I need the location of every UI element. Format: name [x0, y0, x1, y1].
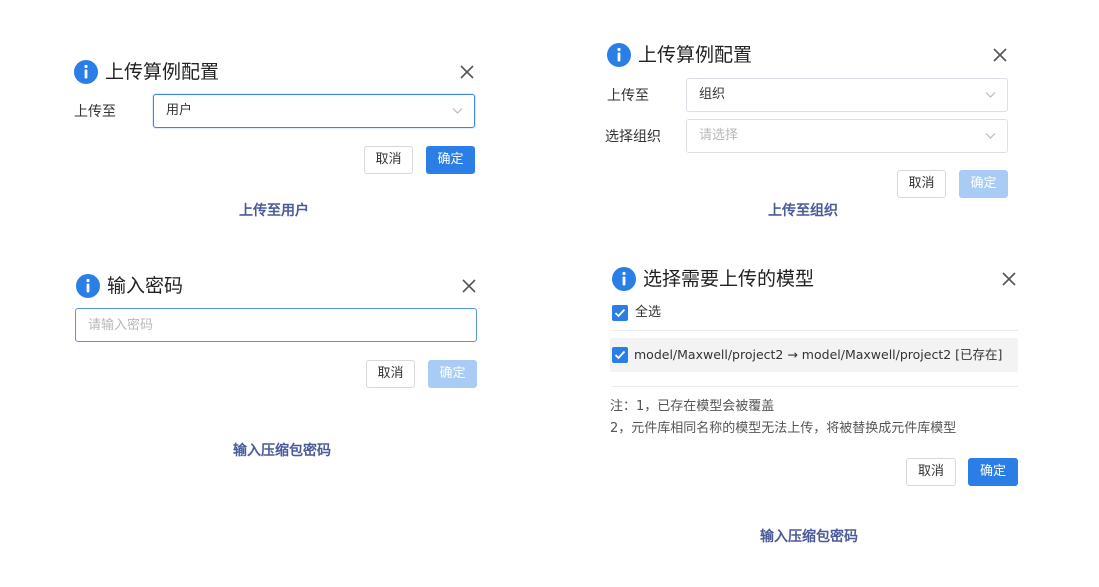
dialog-title: 上传算例配置 [638, 44, 753, 66]
model-item-label: model/Maxwell/project2 → model/Maxwell/p… [634, 347, 1003, 362]
upload-to-value: 用户 [166, 103, 193, 118]
dialog-title: 输入密码 [107, 275, 184, 297]
cancel-button[interactable]: 取消 [364, 146, 413, 174]
select-models-dialog: 选择需要上传的模型 全选 model/Maxwell/project2 → mo… [610, 265, 1018, 489]
divider [612, 330, 1018, 331]
check-icon [614, 350, 626, 360]
upload-to-label: 上传至 [74, 104, 116, 120]
confirm-button[interactable]: 确定 [968, 458, 1018, 486]
upload-config-dialog-user: 上传算例配置 上传至 用户 取消 确定 [74, 58, 476, 178]
caption-upload-to-org: 上传至组织 [768, 203, 838, 219]
model-item-checkbox[interactable] [612, 347, 628, 363]
select-org-select[interactable]: 请选择 [686, 119, 1008, 153]
close-icon[interactable] [1000, 270, 1018, 288]
upload-to-label: 上传至 [607, 88, 649, 104]
dialog-header: 上传算例配置 [607, 41, 1009, 71]
confirm-button[interactable]: 确定 [426, 146, 475, 174]
model-list-item[interactable]: model/Maxwell/project2 → model/Maxwell/p… [610, 338, 1018, 372]
close-icon[interactable] [991, 46, 1009, 64]
confirm-button[interactable]: 确定 [959, 170, 1008, 198]
chevron-down-icon [985, 92, 996, 98]
caption-upload-to-user: 上传至用户 [239, 203, 309, 219]
info-icon [612, 267, 636, 291]
cancel-button[interactable]: 取消 [897, 170, 946, 198]
close-icon[interactable] [460, 277, 478, 295]
close-icon[interactable] [458, 63, 476, 81]
caption-enter-archive-password: 输入压缩包密码 [233, 443, 331, 459]
cancel-button[interactable]: 取消 [366, 360, 415, 388]
dialog-title: 选择需要上传的模型 [643, 268, 815, 290]
info-icon [76, 274, 100, 298]
chevron-down-icon [452, 108, 463, 114]
select-org-placeholder: 请选择 [699, 128, 739, 143]
select-all-checkbox[interactable] [612, 305, 628, 321]
password-dialog: 输入密码 取消 确定 [75, 272, 478, 390]
note-line-2: 2，元件库相同名称的模型无法上传，将被替换成元件库模型 [610, 421, 957, 436]
caption-enter-archive-password: 输入压缩包密码 [760, 529, 858, 545]
cancel-button[interactable]: 取消 [906, 458, 956, 486]
check-icon [614, 308, 626, 318]
chevron-down-icon [985, 133, 996, 139]
select-all-label: 全选 [635, 305, 662, 320]
confirm-button[interactable]: 确定 [428, 360, 477, 388]
upload-to-select[interactable]: 组织 [686, 78, 1008, 112]
upload-to-value: 组织 [699, 87, 726, 102]
note-line-1: 注：1，已存在模型会被覆盖 [610, 399, 775, 414]
password-input[interactable] [75, 308, 477, 342]
dialog-header: 选择需要上传的模型 [612, 265, 1018, 295]
upload-to-select[interactable]: 用户 [153, 94, 475, 128]
dialog-header: 输入密码 [76, 272, 478, 302]
dialog-header: 上传算例配置 [74, 58, 476, 88]
upload-config-dialog-org: 上传算例配置 上传至 组织 选择组织 请选择 取消 确定 [605, 41, 1009, 199]
divider [612, 386, 1018, 387]
select-org-label: 选择组织 [605, 129, 661, 145]
dialog-title: 上传算例配置 [105, 61, 220, 83]
info-icon [607, 43, 631, 67]
info-icon [74, 60, 98, 84]
